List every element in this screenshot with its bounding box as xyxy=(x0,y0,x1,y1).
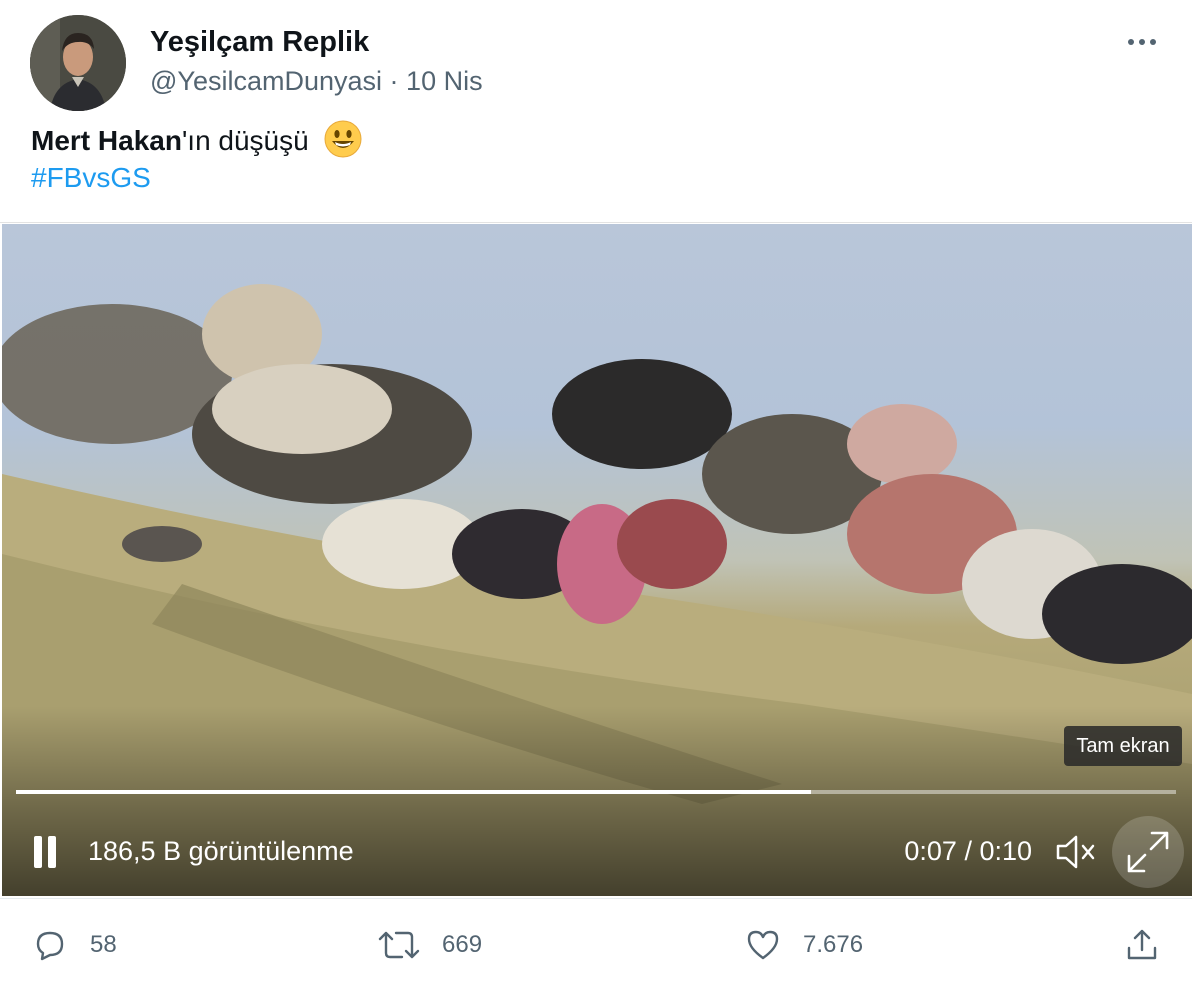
avatar-image xyxy=(30,15,126,111)
share-icon xyxy=(1127,929,1157,960)
mention-bold: Mert Hakan xyxy=(31,125,182,156)
pause-button[interactable] xyxy=(28,834,62,870)
mute-icon xyxy=(1056,835,1095,869)
separator-dot: · xyxy=(389,66,399,96)
more-options-button[interactable] xyxy=(1118,24,1168,58)
smiling-face-emoji-icon xyxy=(324,120,362,170)
share-button[interactable] xyxy=(1124,925,1182,965)
heart-icon xyxy=(747,930,779,960)
tweet-date[interactable]: 10 Nis xyxy=(406,66,483,96)
like-button[interactable]: 7.676 xyxy=(745,925,863,965)
progress-bar[interactable] xyxy=(16,790,1176,794)
hashtag-link[interactable]: #FBvsGS xyxy=(31,162,151,194)
mute-button[interactable] xyxy=(1052,832,1098,872)
avatar[interactable] xyxy=(30,15,126,111)
handle-row: @YesilcamDunyasi · 10 Nis xyxy=(150,66,483,97)
fullscreen-tooltip: Tam ekran xyxy=(1064,726,1182,766)
tweet-header: Yeşilçam Replik @YesilcamDunyasi · 10 Ni… xyxy=(0,0,1192,111)
reply-count: 58 xyxy=(90,931,117,958)
reply-icon xyxy=(36,931,64,961)
video-player[interactable]: Tam ekran 186,5 B görüntülenme 0:07 / 0:… xyxy=(2,224,1192,896)
reply-button[interactable]: 58 xyxy=(32,925,117,965)
retweet-icon xyxy=(378,931,420,959)
view-count: 186,5 B görüntülenme xyxy=(88,836,354,866)
user-handle[interactable]: @YesilcamDunyasi xyxy=(150,66,382,96)
tweet-text-rest: 'ın düşüşü xyxy=(181,125,309,156)
display-name[interactable]: Yeşilçam Replik xyxy=(150,26,369,59)
like-count: 7.676 xyxy=(803,931,864,958)
progress-fill xyxy=(16,790,811,794)
fullscreen-button[interactable] xyxy=(1112,816,1184,888)
fullscreen-icon xyxy=(1127,831,1169,873)
retweet-button[interactable]: 669 xyxy=(378,925,482,965)
retweet-count: 669 xyxy=(442,931,483,958)
time-display: 0:07 / 0:10 xyxy=(904,836,1032,866)
media-divider xyxy=(0,222,1192,223)
tweet-action-bar: 58 669 7.676 xyxy=(0,898,1192,1005)
video-controls-shade xyxy=(2,706,1192,896)
pause-icon xyxy=(34,836,42,868)
